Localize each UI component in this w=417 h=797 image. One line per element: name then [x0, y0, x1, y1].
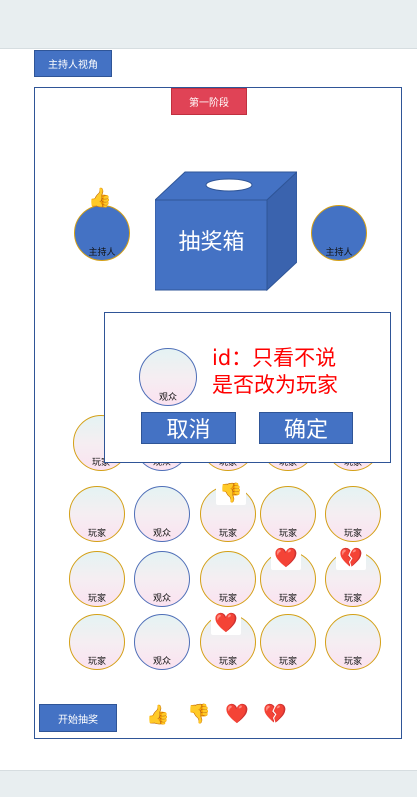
bottom-bar — [0, 770, 417, 797]
seat-avatar[interactable]: 玩家 — [69, 486, 125, 542]
seat-label: 玩家 — [87, 594, 106, 604]
seat-label: 玩家 — [278, 594, 297, 604]
dialog-message: id：只看不说 是否改为玩家 — [212, 345, 382, 399]
seat-label: 玩家 — [343, 529, 362, 539]
seat-label: 玩家 — [87, 529, 106, 539]
thumbs-down-icon[interactable]: 👎 — [187, 703, 211, 725]
top-bar — [0, 0, 417, 49]
heart-icon: ❤️ — [211, 611, 241, 635]
seat-label: 观众 — [152, 529, 171, 539]
seat-label: 玩家 — [343, 657, 362, 667]
cancel-button[interactable]: 取消 — [141, 412, 236, 444]
phase-badge: 第一阶段 — [171, 88, 247, 115]
dialog-avatar: 观众 — [139, 348, 197, 406]
seat-avatar[interactable]: 玩家 — [260, 614, 316, 670]
seat-label: 玩家 — [343, 594, 362, 604]
host-avatar-right[interactable]: 主持人 — [311, 205, 367, 261]
heart-icon[interactable]: ❤️ — [225, 703, 249, 725]
seat-avatar[interactable]: 玩家 — [69, 614, 125, 670]
dialog-line-1: id：只看不说 — [212, 346, 337, 370]
seat-avatar[interactable]: 玩家 — [325, 486, 381, 542]
dialog-avatar-label: 观众 — [158, 393, 177, 403]
host-avatar-left[interactable]: 主持人 — [74, 205, 130, 261]
seat-label: 观众 — [152, 594, 171, 604]
seat-label: 玩家 — [278, 657, 297, 667]
seat-avatar[interactable]: 玩家 — [325, 614, 381, 670]
seat-label: 观众 — [152, 657, 171, 667]
host-label: 主持人 — [88, 248, 116, 258]
seat-avatar[interactable]: 观众 — [134, 486, 190, 542]
confirm-button[interactable]: 确定 — [259, 412, 353, 444]
seat-label: 玩家 — [218, 594, 237, 604]
seat-avatar[interactable]: 玩家 — [260, 486, 316, 542]
seat-avatar[interactable]: 观众 — [134, 551, 190, 607]
broken-heart-icon: 💔 — [336, 546, 366, 570]
seat-avatar[interactable]: 观众 — [134, 614, 190, 670]
heart-icon: ❤️ — [271, 546, 301, 570]
host-view-button[interactable]: 主持人视角 — [34, 50, 112, 77]
thumbs-up-icon[interactable]: 👍 — [146, 704, 170, 726]
seat-avatar[interactable]: 玩家 — [69, 551, 125, 607]
seat-label: 玩家 — [278, 529, 297, 539]
thumbs-up-icon: 👍 — [88, 187, 112, 209]
host-label: 主持人 — [325, 248, 353, 258]
lottery-box-label: 抽奖箱 — [178, 230, 245, 255]
start-draw-button[interactable]: 开始抽奖 — [39, 704, 117, 732]
seat-label: 玩家 — [218, 529, 237, 539]
thumbs-down-icon: 👎 — [216, 481, 246, 505]
seat-label: 玩家 — [218, 657, 237, 667]
broken-heart-icon[interactable]: 💔 — [263, 703, 287, 725]
seat-avatar[interactable]: 玩家 — [200, 551, 256, 607]
dialog-line-2: 是否改为玩家 — [212, 373, 338, 397]
seat-label: 玩家 — [87, 657, 106, 667]
